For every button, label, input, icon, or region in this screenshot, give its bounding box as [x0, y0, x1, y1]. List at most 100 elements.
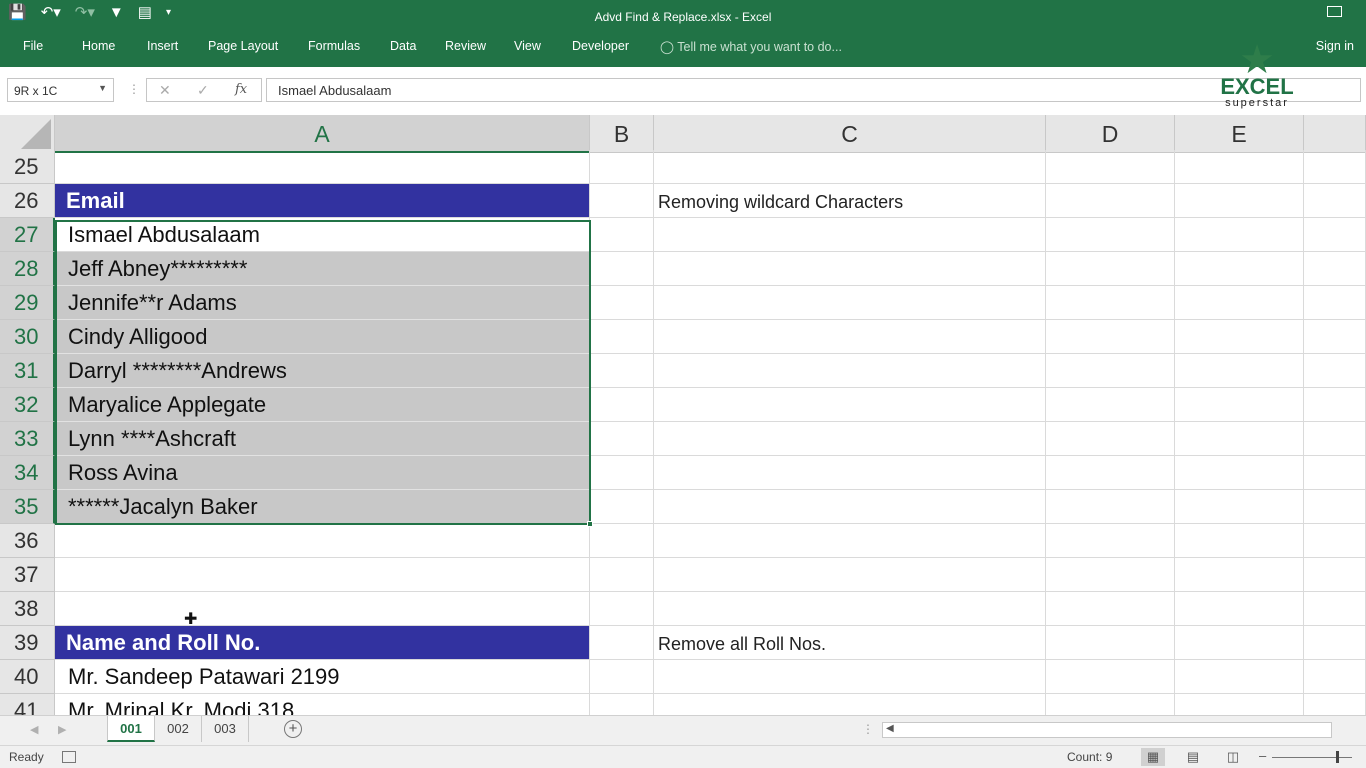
cell-d40[interactable] — [1046, 660, 1175, 694]
row-header[interactable]: 27 — [0, 218, 55, 252]
tab-home[interactable]: Home — [82, 39, 115, 53]
cell-b25[interactable] — [590, 150, 654, 184]
column-header-c[interactable]: C — [654, 115, 1046, 153]
fill-handle[interactable] — [587, 521, 593, 527]
cell-a35[interactable]: ******Jacalyn Baker — [55, 490, 590, 524]
cell-e31[interactable] — [1175, 354, 1304, 388]
cell-f31[interactable] — [1304, 354, 1366, 388]
cell-e27[interactable] — [1175, 218, 1304, 252]
cell-d26[interactable] — [1046, 184, 1175, 218]
cell-c29[interactable] — [654, 286, 1046, 320]
cell-a29[interactable]: Jennife**r Adams — [55, 286, 590, 320]
cell-d33[interactable] — [1046, 422, 1175, 456]
cell-e29[interactable] — [1175, 286, 1304, 320]
cell-e41[interactable] — [1175, 694, 1304, 715]
cell-d30[interactable] — [1046, 320, 1175, 354]
cell-e28[interactable] — [1175, 252, 1304, 286]
column-header-next[interactable] — [1304, 115, 1366, 153]
cell-c31[interactable] — [654, 354, 1046, 388]
cell-b40[interactable] — [590, 660, 654, 694]
page-break-view-icon[interactable]: ◫ — [1221, 748, 1245, 766]
zoom-slider-thumb[interactable] — [1336, 751, 1339, 763]
cell-c41[interactable] — [654, 694, 1046, 715]
row-header[interactable]: 39 — [0, 626, 55, 660]
cell-c30[interactable] — [654, 320, 1046, 354]
cell-b34[interactable] — [590, 456, 654, 490]
row-header[interactable]: 33 — [0, 422, 55, 456]
cell-d27[interactable] — [1046, 218, 1175, 252]
cell-b38[interactable] — [590, 592, 654, 626]
cell-d34[interactable] — [1046, 456, 1175, 490]
cell-f35[interactable] — [1304, 490, 1366, 524]
cell-b28[interactable] — [590, 252, 654, 286]
cell-c26[interactable]: Removing wildcard Characters — [654, 184, 1046, 218]
cell-a32[interactable]: Maryalice Applegate — [55, 388, 590, 422]
row-header[interactable]: 29 — [0, 286, 55, 320]
cell-a34[interactable]: Ross Avina — [55, 456, 590, 490]
cell-b41[interactable] — [590, 694, 654, 715]
enter-icon[interactable]: ✓ — [197, 82, 209, 99]
page-layout-view-icon[interactable]: ▤ — [1181, 748, 1205, 766]
cell-e39[interactable] — [1175, 626, 1304, 660]
tab-developer[interactable]: Developer — [572, 39, 629, 53]
cell-e26[interactable] — [1175, 184, 1304, 218]
cell-a31[interactable]: Darryl ********Andrews — [55, 354, 590, 388]
cell-c38[interactable] — [654, 592, 1046, 626]
cell-f25[interactable] — [1304, 150, 1366, 184]
cell-a27[interactable]: Ismael Abdusalaam — [55, 218, 590, 252]
cell-f40[interactable] — [1304, 660, 1366, 694]
row-header[interactable]: 38 — [0, 592, 55, 626]
cell-e25[interactable] — [1175, 150, 1304, 184]
add-sheet-button[interactable]: + — [284, 720, 302, 738]
column-header-b[interactable]: B — [590, 115, 654, 153]
row-header[interactable]: 25 — [0, 150, 55, 184]
row-header[interactable]: 28 — [0, 252, 55, 286]
cell-b35[interactable] — [590, 490, 654, 524]
cell-c32[interactable] — [654, 388, 1046, 422]
cell-a33[interactable]: Lynn ****Ashcraft — [55, 422, 590, 456]
cell-f39[interactable] — [1304, 626, 1366, 660]
cell-a38[interactable] — [55, 592, 590, 626]
cell-e32[interactable] — [1175, 388, 1304, 422]
cell-a25[interactable] — [55, 150, 590, 184]
cancel-icon[interactable]: ✕ — [159, 82, 171, 99]
cell-b27[interactable] — [590, 218, 654, 252]
row-header[interactable]: 35 — [0, 490, 55, 524]
sheet-tab-001[interactable]: 001 — [107, 716, 155, 742]
cell-a37[interactable] — [55, 558, 590, 592]
cell-b31[interactable] — [590, 354, 654, 388]
cell-f27[interactable] — [1304, 218, 1366, 252]
cell-d41[interactable] — [1046, 694, 1175, 715]
cell-f28[interactable] — [1304, 252, 1366, 286]
macro-record-icon[interactable] — [62, 751, 76, 763]
row-header[interactable]: 26 — [0, 184, 55, 218]
cell-f29[interactable] — [1304, 286, 1366, 320]
cell-f34[interactable] — [1304, 456, 1366, 490]
cell-a41[interactable]: Mr. Mrinal Kr. Modi 318 — [55, 694, 590, 715]
cell-d36[interactable] — [1046, 524, 1175, 558]
cell-c28[interactable] — [654, 252, 1046, 286]
formula-input[interactable]: Ismael Abdusalaam — [266, 78, 1361, 102]
cell-c27[interactable] — [654, 218, 1046, 252]
formula-bar-splitter[interactable]: ⋮ — [128, 82, 140, 96]
tab-insert[interactable]: Insert — [147, 39, 178, 53]
tab-file[interactable]: File — [23, 39, 43, 53]
row-header[interactable]: 40 — [0, 660, 55, 694]
name-box[interactable]: 9R x 1C ▼ — [7, 78, 114, 102]
cell-b39[interactable] — [590, 626, 654, 660]
cell-d31[interactable] — [1046, 354, 1175, 388]
cell-a26[interactable]: Email — [55, 184, 590, 218]
cell-d39[interactable] — [1046, 626, 1175, 660]
cell-c33[interactable] — [654, 422, 1046, 456]
sheet-tab-003[interactable]: 003 — [202, 716, 249, 742]
cell-f33[interactable] — [1304, 422, 1366, 456]
cell-a39[interactable]: Name and Roll No. — [55, 626, 590, 660]
zoom-slider[interactable] — [1272, 757, 1352, 758]
cell-e33[interactable] — [1175, 422, 1304, 456]
cell-f41[interactable] — [1304, 694, 1366, 715]
cell-f32[interactable] — [1304, 388, 1366, 422]
cell-f38[interactable] — [1304, 592, 1366, 626]
cell-f36[interactable] — [1304, 524, 1366, 558]
cell-d25[interactable] — [1046, 150, 1175, 184]
tab-review[interactable]: Review — [445, 39, 486, 53]
